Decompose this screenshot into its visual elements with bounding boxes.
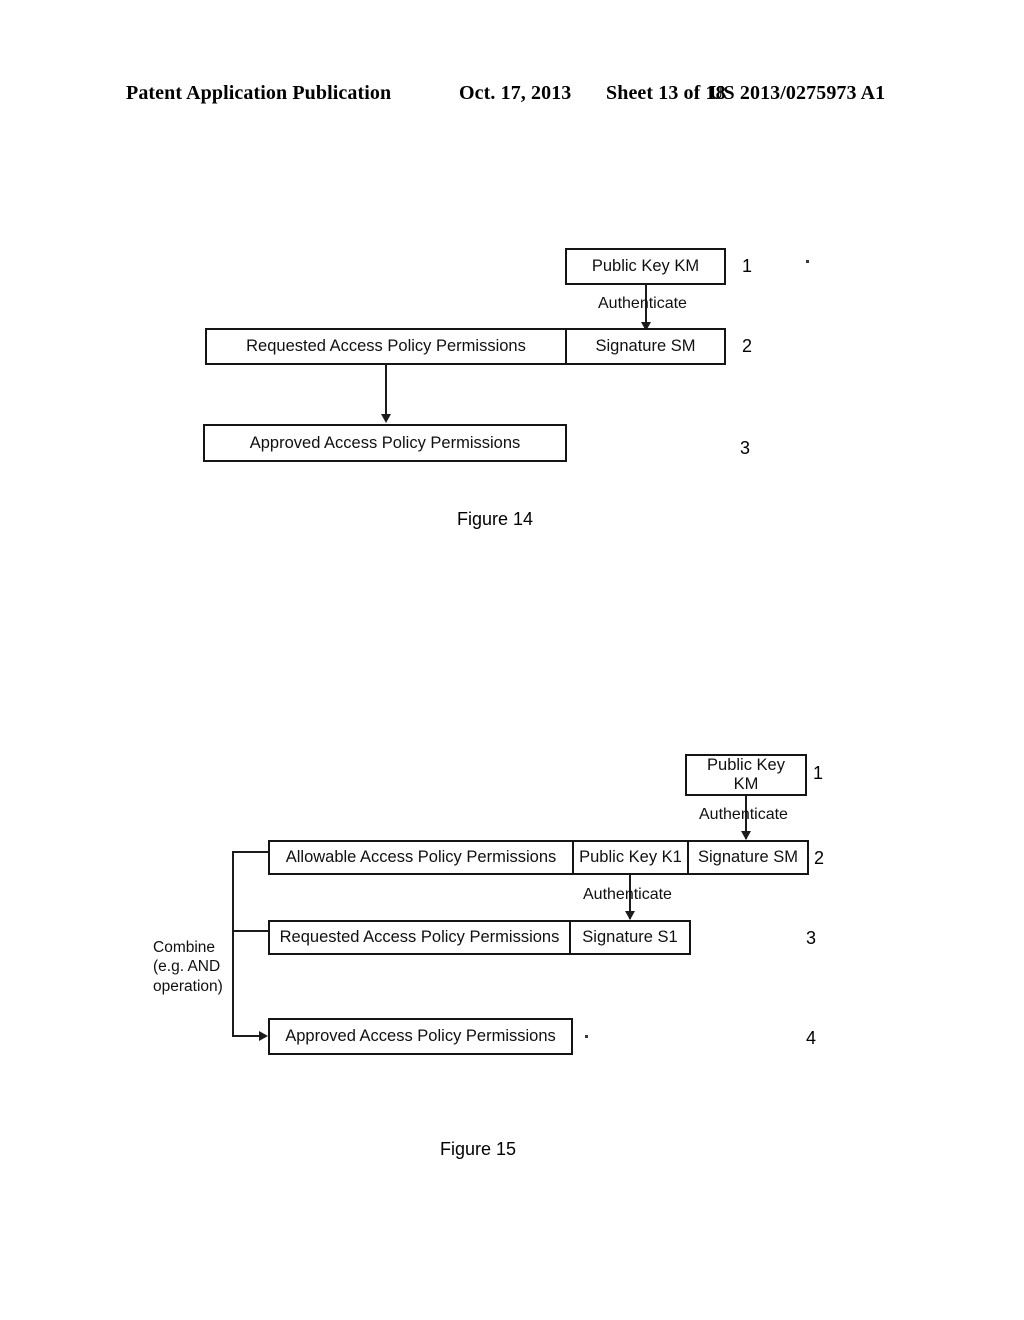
fig15-requested-label: Requested Access Policy Permissions bbox=[279, 928, 560, 947]
fig15-authenticate-mid-label: Authenticate bbox=[583, 886, 672, 903]
fig15-ref-3: 3 bbox=[806, 928, 817, 948]
fig15-authenticate-top-label: Authenticate bbox=[699, 806, 788, 823]
fig15-ref-1: 1 bbox=[813, 763, 824, 783]
fig14-caption: Figure 14 bbox=[457, 509, 534, 529]
fig15-approved-box: Approved Access Policy Permissions bbox=[268, 1018, 573, 1055]
fig14-approved-box: Approved Access Policy Permissions bbox=[203, 424, 567, 462]
fig15-requested-box: Requested Access Policy Permissions bbox=[268, 920, 571, 955]
fig15-combine-label-line3: operation) bbox=[153, 977, 223, 995]
fig15-combine-spine bbox=[232, 851, 234, 1037]
fig15-signature-sm-cell: Signature SM bbox=[687, 840, 809, 875]
fig14-ref-2: 2 bbox=[742, 336, 753, 356]
fig15-ref-2: 2 bbox=[814, 848, 825, 868]
fig15-signature-s1-cell: Signature S1 bbox=[569, 920, 691, 955]
fig15-combine-label-line2: (e.g. AND bbox=[153, 958, 221, 976]
fig14-authenticate-label: Authenticate bbox=[598, 295, 687, 312]
fig15-authenticate-top-arrowhead bbox=[741, 831, 751, 840]
scan-artifact-dot-2 bbox=[585, 1035, 588, 1038]
scan-artifact-dot bbox=[806, 260, 809, 263]
fig14-requested-label: Requested Access Policy Permissions bbox=[246, 337, 526, 356]
header-date: Oct. 17, 2013 bbox=[459, 82, 572, 104]
fig14-signature-cell: Signature SM bbox=[565, 328, 726, 365]
fig15-public-key-box: Public Key KM bbox=[685, 754, 807, 796]
fig15-public-key-label-line2: KM bbox=[733, 775, 759, 793]
fig15-ref-4: 4 bbox=[806, 1028, 817, 1048]
fig14-flow-line bbox=[385, 364, 387, 420]
fig15-public-key-k1-label: Public Key K1 bbox=[579, 848, 682, 867]
fig15-caption: Figure 15 bbox=[440, 1139, 517, 1159]
fig14-public-key-label: Public Key KM bbox=[591, 257, 700, 276]
fig15-combine-label: Combine (e.g. AND operation) bbox=[153, 938, 223, 996]
header-document-number: US 2013/0275973 A1 bbox=[709, 82, 886, 104]
header-sheet: Sheet 13 of 18 bbox=[606, 82, 726, 104]
fig14-flow-arrowhead bbox=[381, 414, 391, 423]
fig15-signature-sm-label: Signature SM bbox=[698, 848, 798, 867]
fig15-allowable-box: Allowable Access Policy Permissions bbox=[268, 840, 574, 875]
fig14-ref-1: 1 bbox=[742, 256, 753, 276]
fig15-allowable-label: Allowable Access Policy Permissions bbox=[285, 848, 557, 867]
fig15-combine-stub-allowable bbox=[232, 851, 269, 853]
fig15-public-key-k1-cell: Public Key K1 bbox=[572, 840, 689, 875]
fig15-authenticate-mid-arrowhead bbox=[625, 911, 635, 920]
header-publication: Patent Application Publication bbox=[126, 82, 392, 104]
page-header: Patent Application Publication Oct. 17, … bbox=[0, 82, 1024, 116]
fig15-combine-arrowhead bbox=[259, 1031, 268, 1041]
fig14-requested-box: Requested Access Policy Permissions bbox=[205, 328, 567, 365]
fig14-signature-label: Signature SM bbox=[595, 337, 696, 356]
fig14-ref-3: 3 bbox=[740, 438, 751, 458]
fig15-combine-stub-approved bbox=[232, 1035, 262, 1037]
fig15-combine-label-line1: Combine bbox=[153, 939, 216, 956]
fig14-approved-label: Approved Access Policy Permissions bbox=[249, 433, 521, 452]
fig14-public-key-box: Public Key KM bbox=[565, 248, 726, 285]
fig15-combine-stub-requested bbox=[232, 930, 269, 932]
fig15-approved-label: Approved Access Policy Permissions bbox=[285, 1027, 556, 1046]
fig15-signature-s1-label: Signature S1 bbox=[582, 928, 678, 947]
fig15-public-key-label-line1: Public Key bbox=[707, 756, 785, 775]
